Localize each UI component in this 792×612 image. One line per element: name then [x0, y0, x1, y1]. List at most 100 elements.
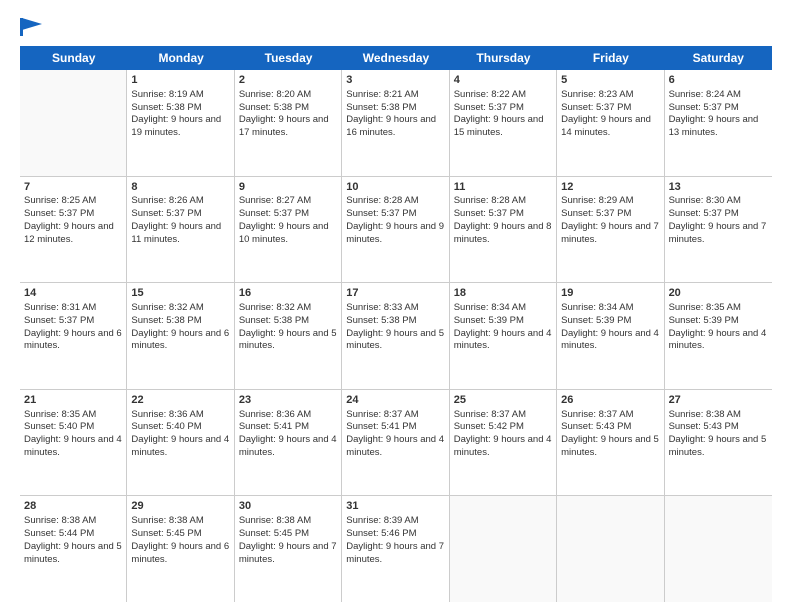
- header-day-thursday: Thursday: [450, 46, 557, 70]
- sunrise-text: Sunrise: 8:20 AM: [239, 89, 311, 100]
- daylight-text: Daylight: 9 hours and 6 minutes.: [131, 328, 229, 352]
- calendar-week-3: 14Sunrise: 8:31 AM Sunset: 5:37 PMDaylig…: [20, 283, 772, 390]
- day-number: 3: [346, 73, 444, 88]
- daylight-text: Daylight: 9 hours and 4 minutes.: [454, 434, 552, 458]
- header-day-monday: Monday: [127, 46, 234, 70]
- sunrise-text: Sunrise: 8:23 AM: [561, 89, 633, 100]
- day-cell-23: 23Sunrise: 8:36 AM Sunset: 5:41 PMDaylig…: [235, 390, 342, 496]
- daylight-text: Daylight: 9 hours and 16 minutes.: [346, 114, 436, 138]
- sunrise-text: Sunrise: 8:25 AM: [24, 195, 96, 206]
- header-day-wednesday: Wednesday: [342, 46, 449, 70]
- daylight-text: Daylight: 9 hours and 7 minutes.: [669, 221, 767, 245]
- sunrise-text: Sunrise: 8:28 AM: [346, 195, 418, 206]
- sunrise-text: Sunrise: 8:31 AM: [24, 302, 96, 313]
- day-cell-27: 27Sunrise: 8:38 AM Sunset: 5:43 PMDaylig…: [665, 390, 772, 496]
- day-cell-20: 20Sunrise: 8:35 AM Sunset: 5:39 PMDaylig…: [665, 283, 772, 389]
- header-day-saturday: Saturday: [665, 46, 772, 70]
- sunrise-text: Sunrise: 8:37 AM: [454, 409, 526, 420]
- day-number: 19: [561, 286, 659, 301]
- sunset-text: Sunset: 5:37 PM: [561, 102, 631, 113]
- day-number: 25: [454, 393, 552, 408]
- sunset-text: Sunset: 5:39 PM: [454, 315, 524, 326]
- daylight-text: Daylight: 9 hours and 4 minutes.: [454, 328, 552, 352]
- sunset-text: Sunset: 5:41 PM: [239, 421, 309, 432]
- sunset-text: Sunset: 5:37 PM: [454, 102, 524, 113]
- daylight-text: Daylight: 9 hours and 4 minutes.: [669, 328, 767, 352]
- sunset-text: Sunset: 5:38 PM: [239, 315, 309, 326]
- sunrise-text: Sunrise: 8:38 AM: [24, 515, 96, 526]
- day-cell-25: 25Sunrise: 8:37 AM Sunset: 5:42 PMDaylig…: [450, 390, 557, 496]
- sunset-text: Sunset: 5:39 PM: [669, 315, 739, 326]
- day-number: 29: [131, 499, 229, 514]
- sunrise-text: Sunrise: 8:32 AM: [131, 302, 203, 313]
- daylight-text: Daylight: 9 hours and 6 minutes.: [131, 541, 229, 565]
- day-number: 18: [454, 286, 552, 301]
- sunset-text: Sunset: 5:38 PM: [131, 315, 201, 326]
- daylight-text: Daylight: 9 hours and 4 minutes.: [131, 434, 229, 458]
- day-number: 7: [24, 180, 122, 195]
- empty-cell: [557, 496, 664, 602]
- day-number: 28: [24, 499, 122, 514]
- day-cell-9: 9Sunrise: 8:27 AM Sunset: 5:37 PMDayligh…: [235, 177, 342, 283]
- logo-text: [20, 18, 42, 36]
- day-number: 20: [669, 286, 768, 301]
- day-cell-30: 30Sunrise: 8:38 AM Sunset: 5:45 PMDaylig…: [235, 496, 342, 602]
- day-number: 21: [24, 393, 122, 408]
- day-number: 10: [346, 180, 444, 195]
- sunset-text: Sunset: 5:46 PM: [346, 528, 416, 539]
- day-number: 11: [454, 180, 552, 195]
- empty-cell: [665, 496, 772, 602]
- sunrise-text: Sunrise: 8:34 AM: [454, 302, 526, 313]
- day-number: 26: [561, 393, 659, 408]
- day-number: 2: [239, 73, 337, 88]
- empty-cell: [20, 70, 127, 176]
- daylight-text: Daylight: 9 hours and 7 minutes.: [561, 221, 659, 245]
- day-cell-16: 16Sunrise: 8:32 AM Sunset: 5:38 PMDaylig…: [235, 283, 342, 389]
- daylight-text: Daylight: 9 hours and 11 minutes.: [131, 221, 221, 245]
- sunset-text: Sunset: 5:38 PM: [131, 102, 201, 113]
- sunset-text: Sunset: 5:37 PM: [24, 208, 94, 219]
- sunrise-text: Sunrise: 8:37 AM: [346, 409, 418, 420]
- day-cell-3: 3Sunrise: 8:21 AM Sunset: 5:38 PMDayligh…: [342, 70, 449, 176]
- day-cell-22: 22Sunrise: 8:36 AM Sunset: 5:40 PMDaylig…: [127, 390, 234, 496]
- day-number: 5: [561, 73, 659, 88]
- day-number: 1: [131, 73, 229, 88]
- sunrise-text: Sunrise: 8:38 AM: [669, 409, 741, 420]
- sunrise-text: Sunrise: 8:21 AM: [346, 89, 418, 100]
- sunset-text: Sunset: 5:37 PM: [669, 102, 739, 113]
- day-cell-13: 13Sunrise: 8:30 AM Sunset: 5:37 PMDaylig…: [665, 177, 772, 283]
- sunset-text: Sunset: 5:41 PM: [346, 421, 416, 432]
- sunset-text: Sunset: 5:37 PM: [561, 208, 631, 219]
- calendar-week-4: 21Sunrise: 8:35 AM Sunset: 5:40 PMDaylig…: [20, 390, 772, 497]
- day-cell-2: 2Sunrise: 8:20 AM Sunset: 5:38 PMDayligh…: [235, 70, 342, 176]
- day-cell-5: 5Sunrise: 8:23 AM Sunset: 5:37 PMDayligh…: [557, 70, 664, 176]
- day-number: 24: [346, 393, 444, 408]
- day-cell-14: 14Sunrise: 8:31 AM Sunset: 5:37 PMDaylig…: [20, 283, 127, 389]
- sunrise-text: Sunrise: 8:26 AM: [131, 195, 203, 206]
- sunrise-text: Sunrise: 8:30 AM: [669, 195, 741, 206]
- daylight-text: Daylight: 9 hours and 7 minutes.: [346, 541, 444, 565]
- day-number: 23: [239, 393, 337, 408]
- day-cell-28: 28Sunrise: 8:38 AM Sunset: 5:44 PMDaylig…: [20, 496, 127, 602]
- calendar-week-1: 1Sunrise: 8:19 AM Sunset: 5:38 PMDayligh…: [20, 70, 772, 177]
- sunset-text: Sunset: 5:37 PM: [131, 208, 201, 219]
- day-number: 15: [131, 286, 229, 301]
- daylight-text: Daylight: 9 hours and 17 minutes.: [239, 114, 329, 138]
- daylight-text: Daylight: 9 hours and 4 minutes.: [239, 434, 337, 458]
- day-cell-10: 10Sunrise: 8:28 AM Sunset: 5:37 PM Daylig…: [342, 177, 449, 283]
- sunset-text: Sunset: 5:37 PM: [346, 208, 416, 219]
- daylight-text: Daylight: 9 hours and 9 minutes.: [346, 221, 444, 245]
- logo: [20, 18, 42, 36]
- sunset-text: Sunset: 5:43 PM: [669, 421, 739, 432]
- day-number: 27: [669, 393, 768, 408]
- sunrise-text: Sunrise: 8:33 AM: [346, 302, 418, 313]
- daylight-text: Daylight: 9 hours and 13 minutes.: [669, 114, 759, 138]
- day-number: 13: [669, 180, 768, 195]
- sunrise-text: Sunrise: 8:24 AM: [669, 89, 741, 100]
- page: SundayMondayTuesdayWednesdayThursdayFrid…: [0, 0, 792, 612]
- daylight-text: Daylight: 9 hours and 14 minutes.: [561, 114, 651, 138]
- day-cell-19: 19Sunrise: 8:34 AM Sunset: 5:39 PMDaylig…: [557, 283, 664, 389]
- header-day-tuesday: Tuesday: [235, 46, 342, 70]
- sunrise-text: Sunrise: 8:28 AM: [454, 195, 526, 206]
- sunset-text: Sunset: 5:40 PM: [131, 421, 201, 432]
